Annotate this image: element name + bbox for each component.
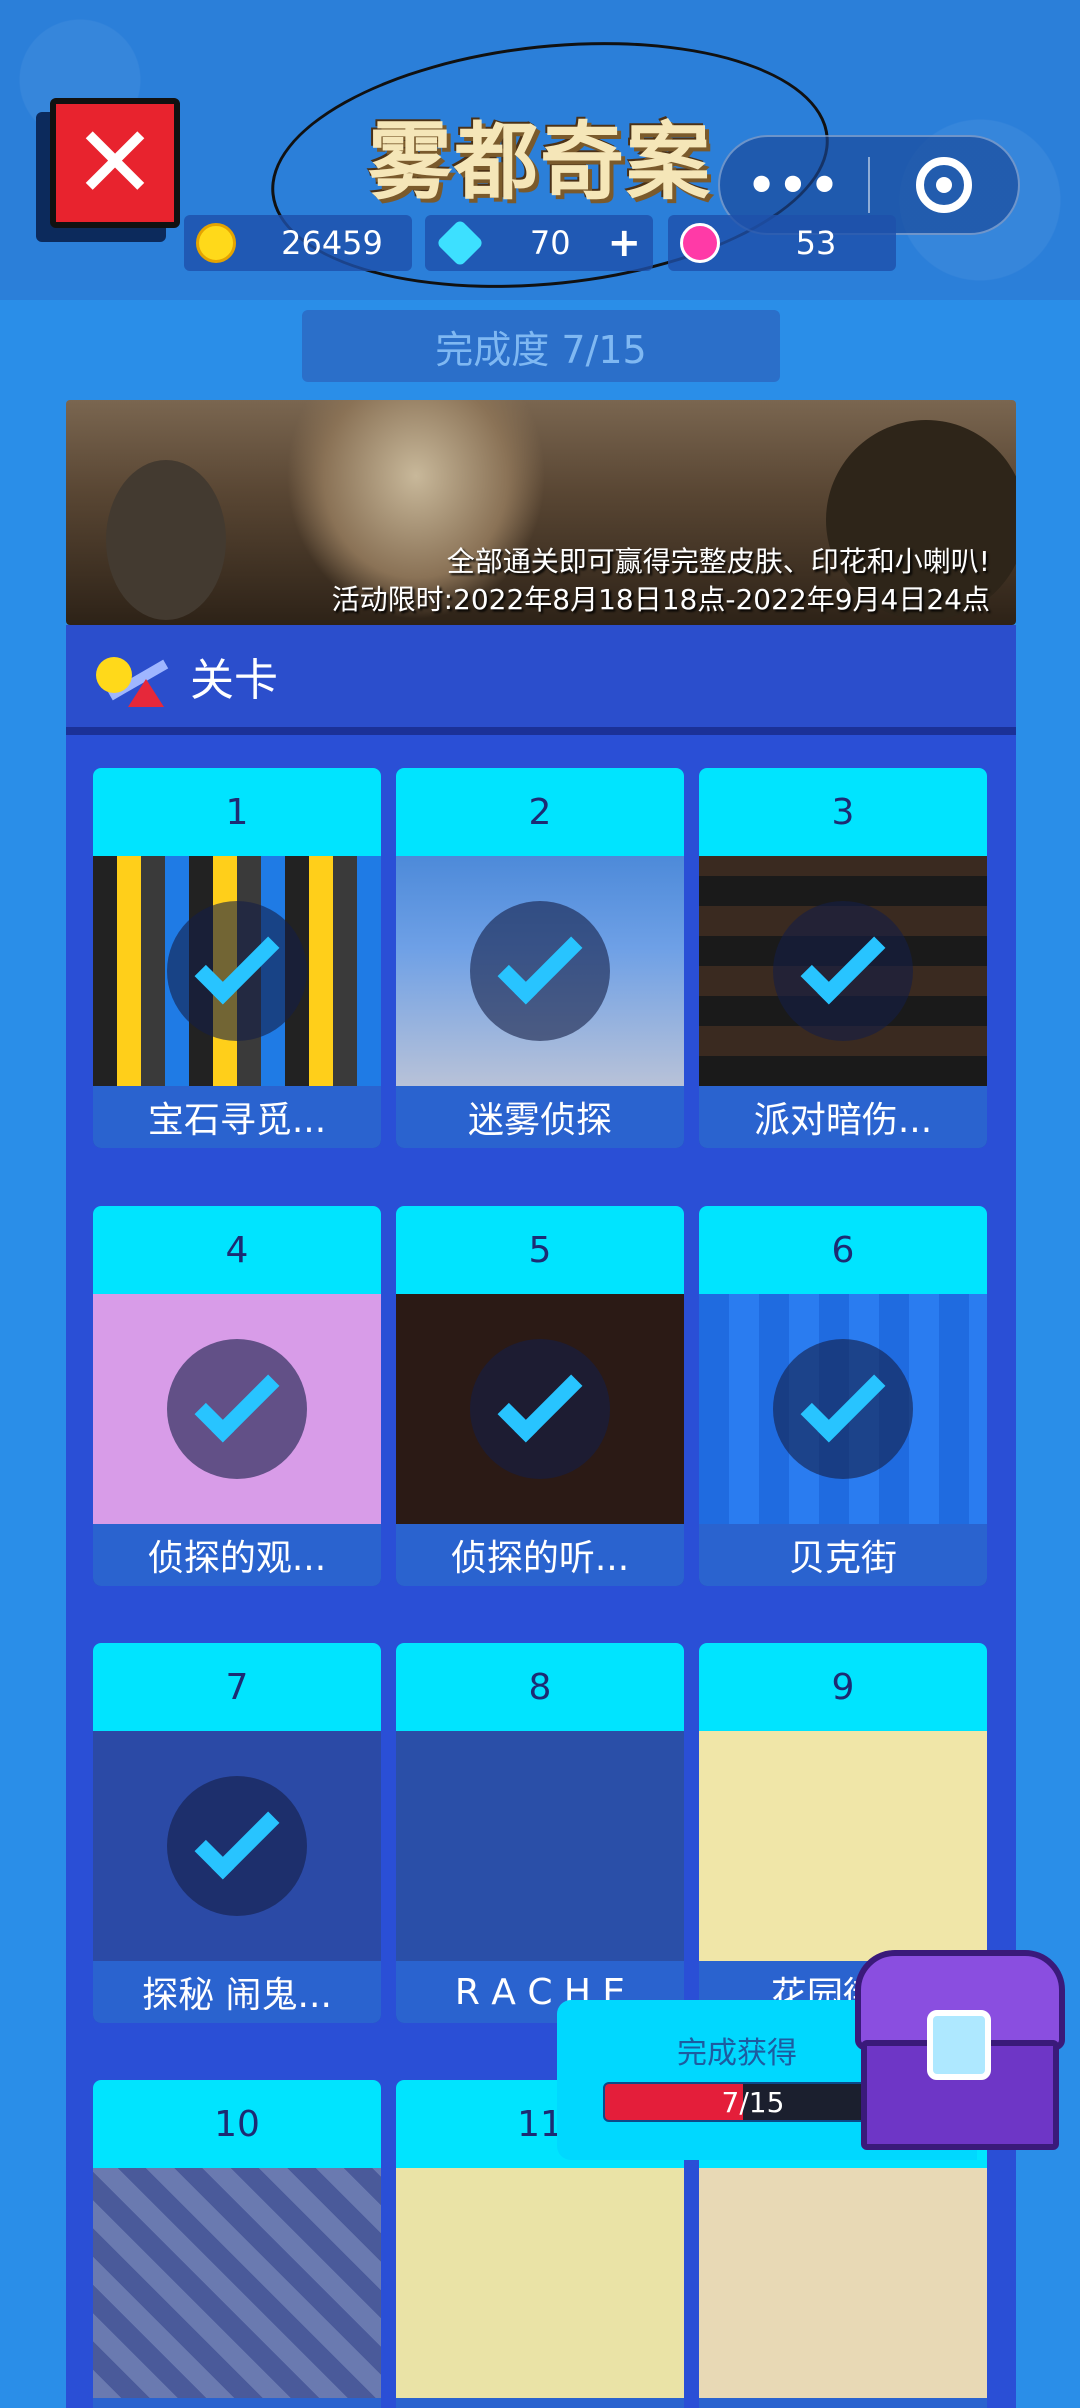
level-card[interactable]: 5 侦探的听... xyxy=(396,1206,684,1586)
level-number: 3 xyxy=(699,768,987,856)
level-name: 侦探的观... xyxy=(93,1524,381,1586)
completed-check-icon xyxy=(773,901,913,1041)
level-card[interactable]: 4 侦探的观... xyxy=(93,1206,381,1586)
level-thumbnail xyxy=(396,1731,684,1961)
level-thumbnail xyxy=(699,1294,987,1524)
gem-value: 70 xyxy=(529,224,571,262)
level-thumbnail xyxy=(699,856,987,1086)
level-card[interactable]: 2 迷雾侦探 xyxy=(396,768,684,1148)
coin-value: 26459 xyxy=(281,224,383,262)
level-number: 2 xyxy=(396,768,684,856)
level-name xyxy=(396,2398,684,2408)
level-name: 探秘 闹鬼... xyxy=(93,1961,381,2023)
token-counter: 53 xyxy=(668,215,896,271)
level-number: 7 xyxy=(93,1643,381,1731)
levels-title: 关卡 xyxy=(190,655,278,706)
level-thumbnail xyxy=(93,2168,381,2398)
level-thumbnail xyxy=(93,1731,381,1961)
coin-icon xyxy=(196,223,236,263)
level-name xyxy=(93,2398,381,2408)
coin-counter: 26459 xyxy=(184,215,412,271)
gem-counter: 70 + xyxy=(425,215,653,271)
exit-button[interactable] xyxy=(870,157,1018,213)
close-button[interactable]: ✕ xyxy=(50,98,180,228)
level-number: 1 xyxy=(93,768,381,856)
level-card[interactable]: 10 xyxy=(93,2080,381,2408)
completed-check-icon xyxy=(167,901,307,1041)
add-gems-button[interactable]: + xyxy=(607,220,641,266)
level-thumbnail xyxy=(699,1731,987,1961)
levels-panel-header: 关卡 xyxy=(66,625,1016,735)
levels-icon xyxy=(96,649,169,707)
more-button[interactable]: ••• xyxy=(720,158,868,212)
close-icon: ✕ xyxy=(73,104,157,221)
banner-time-text: 活动限时:2022年8月18日18点-2022年9月4日24点 xyxy=(331,583,990,616)
level-thumbnail xyxy=(93,1294,381,1524)
banner-reward-text: 全部通关即可赢得完整皮肤、印花和小喇叭! xyxy=(446,545,990,578)
level-number: 10 xyxy=(93,2080,381,2168)
treasure-chest-icon[interactable] xyxy=(855,1950,1065,2150)
completed-check-icon xyxy=(773,1339,913,1479)
level-number: 5 xyxy=(396,1206,684,1294)
level-thumbnail xyxy=(396,2168,684,2398)
target-icon xyxy=(915,157,972,213)
level-number: 9 xyxy=(699,1643,987,1731)
level-number: 6 xyxy=(699,1206,987,1294)
token-icon xyxy=(680,223,720,263)
level-name xyxy=(699,2398,987,2408)
level-card[interactable]: 7 探秘 闹鬼... xyxy=(93,1643,381,2023)
completed-check-icon xyxy=(470,1339,610,1479)
level-thumbnail xyxy=(699,2168,987,2398)
level-thumbnail xyxy=(93,856,381,1086)
level-number: 4 xyxy=(93,1206,381,1294)
gem-icon xyxy=(435,218,485,268)
completion-progress: 完成度 7/15 xyxy=(302,310,780,382)
level-card[interactable]: 3 派对暗伤... xyxy=(699,768,987,1148)
completed-check-icon xyxy=(470,901,610,1041)
level-thumbnail xyxy=(396,856,684,1086)
level-card[interactable]: 6 贝克街 xyxy=(699,1206,987,1586)
level-name: 迷雾侦探 xyxy=(396,1086,684,1148)
level-name: 派对暗伤... xyxy=(699,1086,987,1148)
event-banner: 全部通关即可赢得完整皮肤、印花和小喇叭! 活动限时:2022年8月18日18点-… xyxy=(66,400,1016,625)
banner-gear-left xyxy=(106,460,226,620)
level-number: 8 xyxy=(396,1643,684,1731)
level-name: 贝克街 xyxy=(699,1524,987,1586)
completed-check-icon xyxy=(167,1776,307,1916)
level-card[interactable]: 1 宝石寻觅... xyxy=(93,768,381,1148)
level-name: 侦探的听... xyxy=(396,1524,684,1586)
completed-check-icon xyxy=(167,1339,307,1479)
level-name: 宝石寻觅... xyxy=(93,1086,381,1148)
level-thumbnail xyxy=(396,1294,684,1524)
token-value: 53 xyxy=(795,224,837,262)
level-card[interactable]: 8R A C H E xyxy=(396,1643,684,2023)
